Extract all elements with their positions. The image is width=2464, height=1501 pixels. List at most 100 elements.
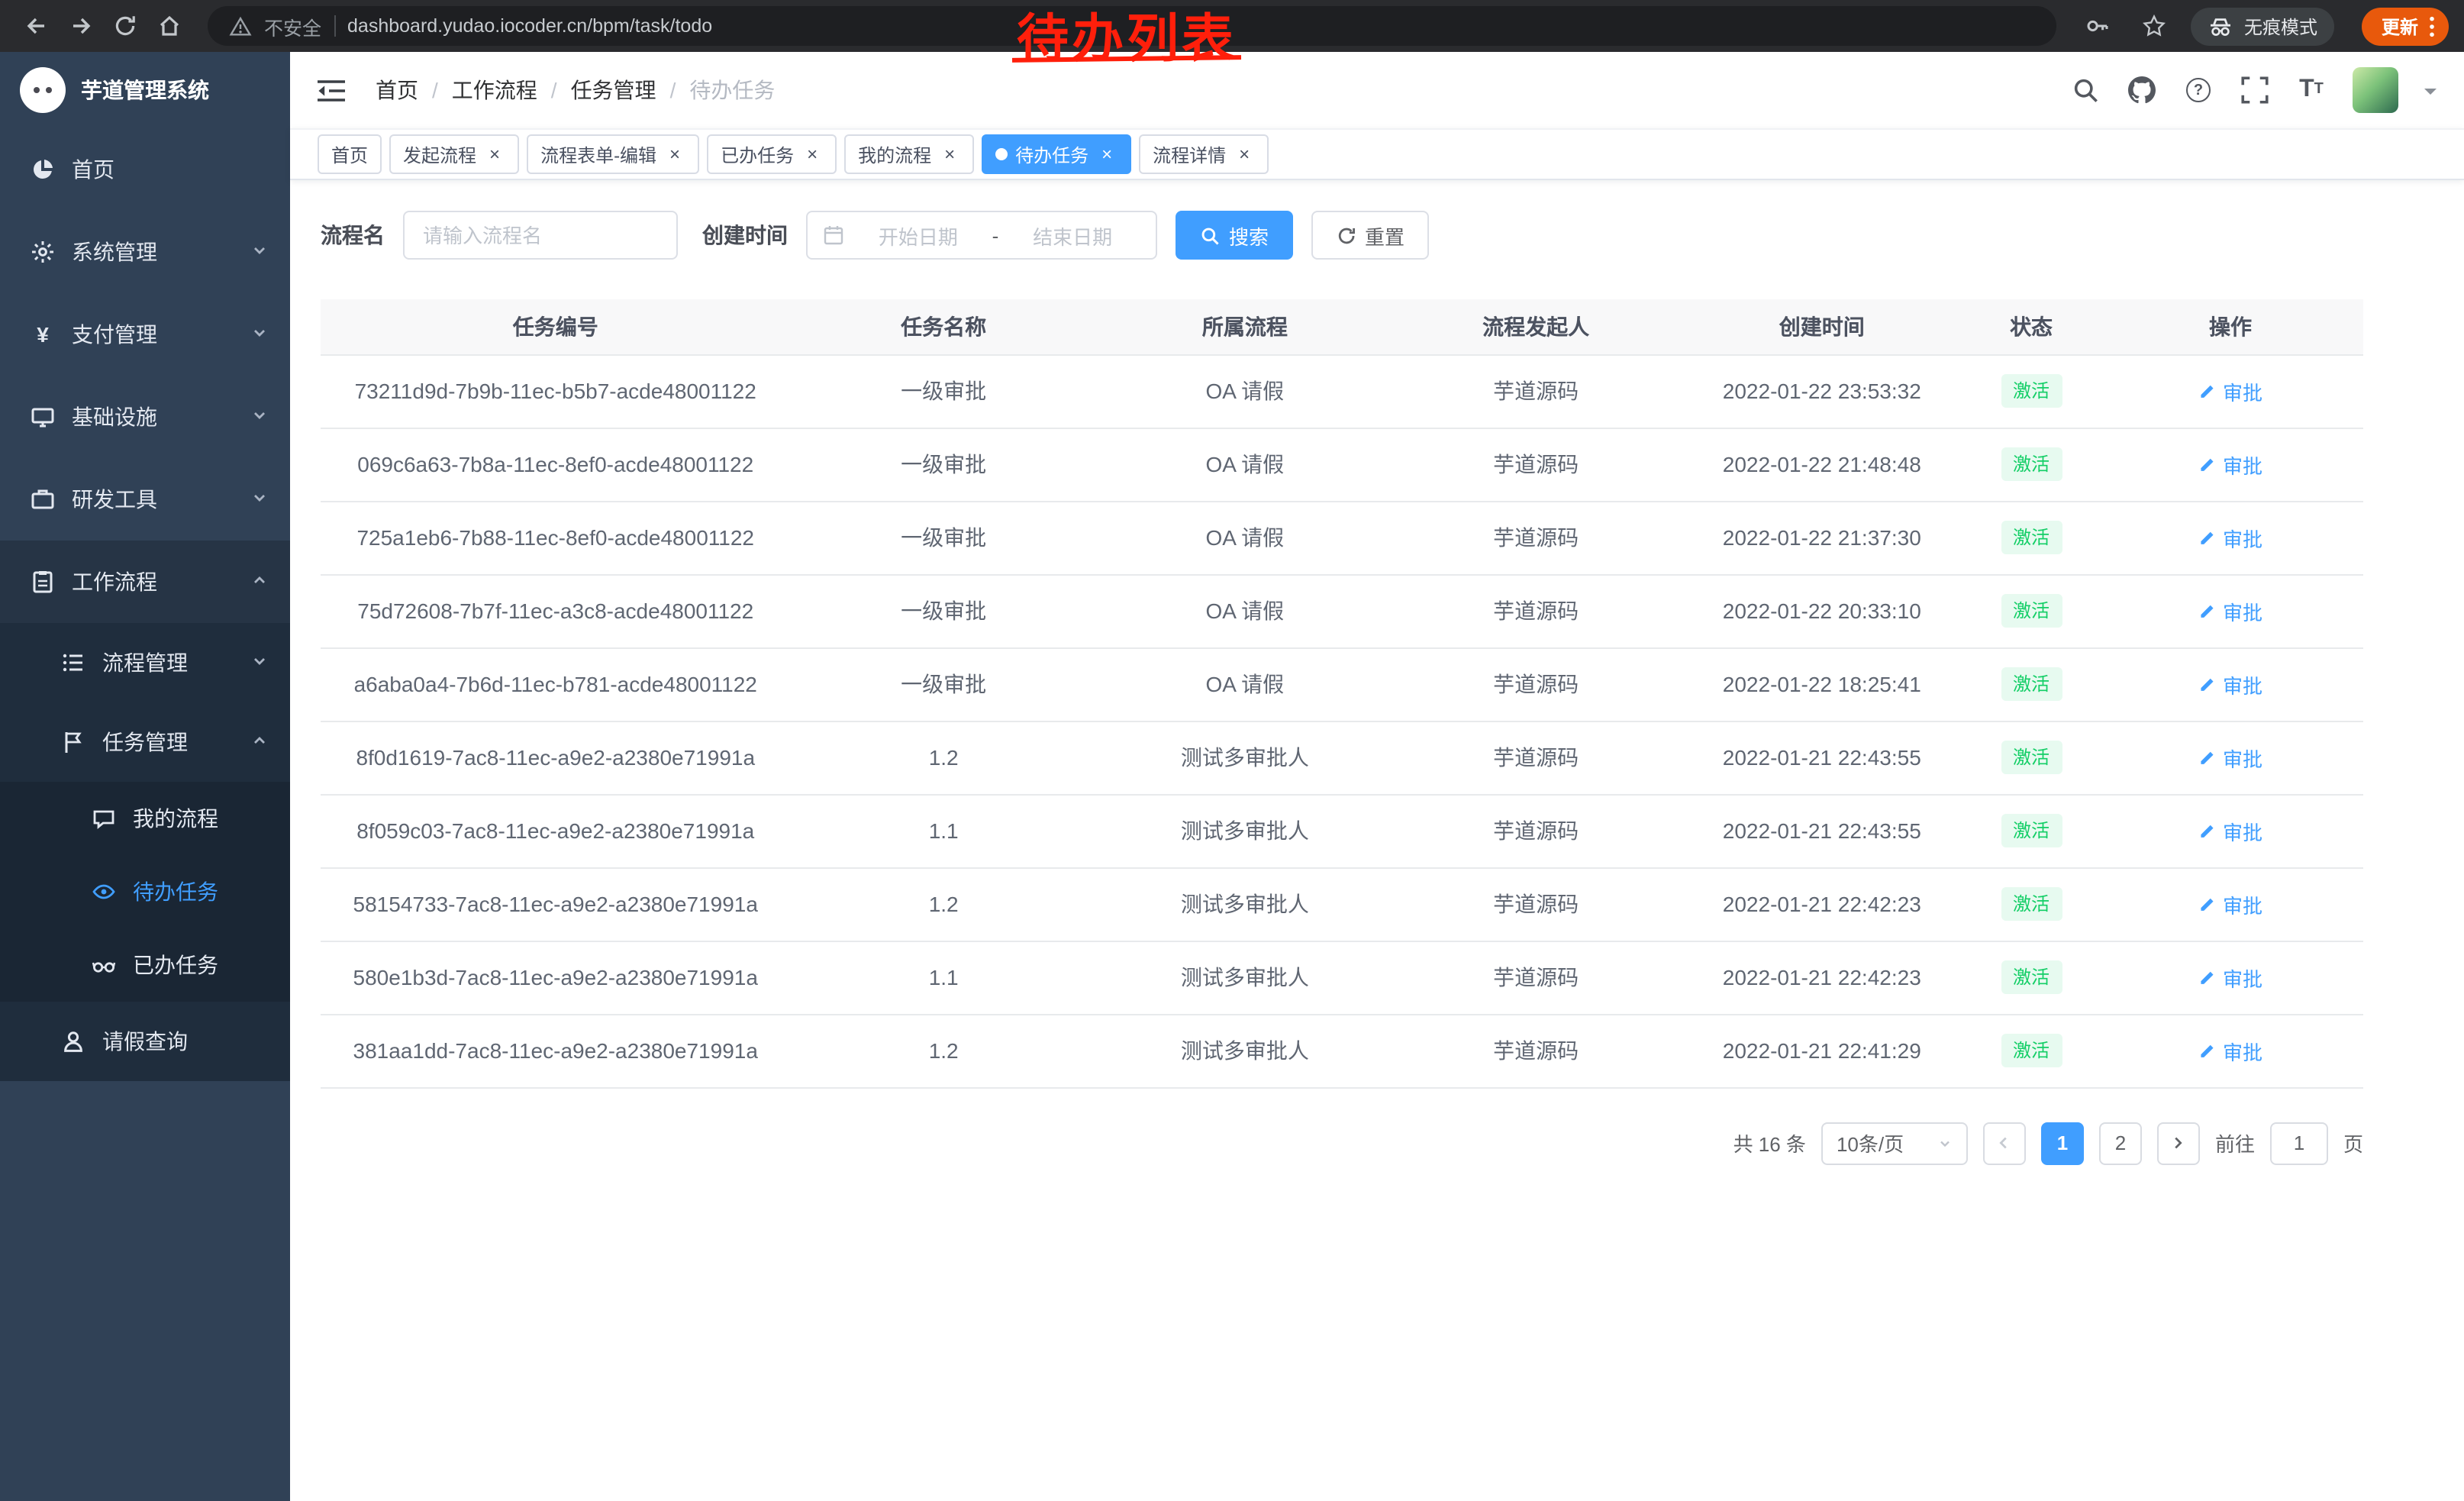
start-date-placeholder[interactable]: 开始日期 bbox=[850, 221, 986, 250]
breadcrumb-separator bbox=[670, 78, 676, 102]
sidebar-item-pay[interactable]: ¥ 支付管理 bbox=[0, 293, 290, 376]
sidebar-item-task-mgmt[interactable]: 任务管理 bbox=[0, 702, 290, 782]
approve-link[interactable]: 审批 bbox=[2198, 743, 2262, 772]
next-page-button[interactable] bbox=[2157, 1122, 2200, 1164]
prev-page-button[interactable] bbox=[1983, 1122, 2026, 1164]
cell-task-id: a6aba0a4-7b6d-11ec-b781-acde48001122 bbox=[321, 647, 790, 721]
search-icon[interactable] bbox=[2070, 75, 2101, 105]
browser-actions: 无痕模式 更新 bbox=[2078, 5, 2449, 47]
cell-action: 审批 bbox=[2098, 941, 2363, 1014]
incognito-label: 无痕模式 bbox=[2244, 13, 2317, 39]
tab-done-tasks[interactable]: 已办任务 bbox=[707, 134, 837, 174]
table-row: 8f0d1619-7ac8-11ec-a9e2-a2380e71991a 1.2… bbox=[321, 721, 2363, 794]
tab-start-process[interactable]: 发起流程 bbox=[389, 134, 519, 174]
sidebar-item-leave[interactable]: 请假查询 bbox=[0, 1002, 290, 1081]
approve-link[interactable]: 审批 bbox=[2198, 450, 2262, 479]
approve-link[interactable]: 审批 bbox=[2198, 963, 2262, 992]
sidebar-item-home[interactable]: 首页 bbox=[0, 128, 290, 211]
breadcrumb-item[interactable]: 任务管理 bbox=[571, 75, 656, 105]
cell-create-time: 2022-01-22 21:48:48 bbox=[1679, 428, 1965, 501]
security-warning-icon[interactable] bbox=[229, 15, 252, 37]
sidebar-item-infra[interactable]: 基础设施 bbox=[0, 376, 290, 458]
cell-process: 测试多审批人 bbox=[1097, 941, 1393, 1014]
edit-icon bbox=[2198, 822, 2217, 840]
approve-link[interactable]: 审批 bbox=[2198, 816, 2262, 845]
goto-page-input[interactable] bbox=[2270, 1122, 2328, 1164]
table-row: 069c6a63-7b8a-11ec-8ef0-acde48001122 一级审… bbox=[321, 428, 2363, 501]
password-key-icon[interactable] bbox=[2078, 5, 2119, 47]
sidebar-item-todo[interactable]: 待办任务 bbox=[0, 855, 290, 928]
col-action: 操作 bbox=[2098, 299, 2363, 354]
fullscreen-icon[interactable] bbox=[2240, 75, 2270, 105]
edit-icon bbox=[2198, 1041, 2217, 1060]
search-button[interactable]: 搜索 bbox=[1176, 211, 1293, 260]
approve-link[interactable]: 审批 bbox=[2198, 1036, 2262, 1065]
eye-icon bbox=[92, 880, 116, 904]
table-row: a6aba0a4-7b6d-11ec-b781-acde48001122 一级审… bbox=[321, 647, 2363, 721]
cell-initiator: 芋道源码 bbox=[1393, 354, 1679, 428]
edit-icon bbox=[2198, 748, 2217, 767]
help-icon[interactable] bbox=[2183, 75, 2214, 105]
sidebar-fold-icon[interactable] bbox=[318, 79, 345, 102]
home-icon[interactable] bbox=[148, 5, 189, 47]
approve-link[interactable]: 审批 bbox=[2198, 596, 2262, 625]
table-header-row: 任务编号 任务名称 所属流程 流程发起人 创建时间 状态 操作 bbox=[321, 299, 2363, 354]
date-range-picker[interactable]: 开始日期 - 结束日期 bbox=[806, 211, 1157, 260]
approve-link[interactable]: 审批 bbox=[2198, 523, 2262, 552]
tab-form-edit[interactable]: 流程表单-编辑 bbox=[527, 134, 699, 174]
breadcrumb-item[interactable]: 首页 bbox=[376, 75, 418, 105]
cell-process: 测试多审批人 bbox=[1097, 1014, 1393, 1087]
breadcrumb-item[interactable]: 工作流程 bbox=[452, 75, 537, 105]
back-icon[interactable] bbox=[15, 5, 56, 47]
tab-todo-tasks[interactable]: 待办任务 bbox=[982, 134, 1131, 174]
sidebar-item-label: 研发工具 bbox=[72, 484, 157, 515]
cell-task-id: 75d72608-7b7f-11ec-a3c8-acde48001122 bbox=[321, 574, 790, 647]
table-row: 75d72608-7b7f-11ec-a3c8-acde48001122 一级审… bbox=[321, 574, 2363, 647]
approve-link[interactable]: 审批 bbox=[2198, 376, 2262, 405]
forward-icon[interactable] bbox=[60, 5, 101, 47]
avatar-caret-icon[interactable] bbox=[2424, 89, 2437, 101]
avatar[interactable] bbox=[2353, 67, 2398, 113]
tab-process-detail[interactable]: 流程详情 bbox=[1139, 134, 1269, 174]
page-size-select[interactable]: 10条/页 bbox=[1821, 1122, 1968, 1164]
sidebar-item-my-process[interactable]: 我的流程 bbox=[0, 782, 290, 855]
sidebar-item-workflow[interactable]: 工作流程 bbox=[0, 541, 290, 623]
end-date-placeholder[interactable]: 结束日期 bbox=[1005, 221, 1140, 250]
sidebar-item-label: 基础设施 bbox=[72, 402, 157, 432]
sidebar-item-system[interactable]: 系统管理 bbox=[0, 211, 290, 293]
font-size-icon[interactable] bbox=[2296, 75, 2327, 105]
user-icon bbox=[61, 1029, 85, 1054]
page-button-1[interactable]: 1 bbox=[2041, 1122, 2084, 1164]
cell-task-name: 一级审批 bbox=[790, 647, 1096, 721]
github-icon[interactable] bbox=[2127, 75, 2157, 105]
sidebar-item-done[interactable]: 已办任务 bbox=[0, 928, 290, 1002]
tab-label: 待办任务 bbox=[1015, 141, 1088, 167]
chevron-down-icon bbox=[250, 405, 269, 429]
sidebar-item-label: 已办任务 bbox=[133, 950, 218, 980]
bookmark-star-icon[interactable] bbox=[2134, 5, 2175, 47]
tab-home[interactable]: 首页 bbox=[318, 134, 382, 174]
tab-my-process[interactable]: 我的流程 bbox=[844, 134, 974, 174]
chevron-down-icon bbox=[250, 240, 269, 264]
close-icon[interactable] bbox=[484, 144, 505, 165]
close-icon[interactable] bbox=[664, 144, 685, 165]
briefcase-icon bbox=[31, 487, 55, 512]
close-icon[interactable] bbox=[801, 144, 823, 165]
sidebar-item-process-mgmt[interactable]: 流程管理 bbox=[0, 623, 290, 702]
url-text: dashboard.yudao.iocoder.cn/bpm/task/todo bbox=[347, 15, 712, 37]
app-logo[interactable]: 芋道管理系统 bbox=[0, 52, 290, 128]
reload-icon[interactable] bbox=[104, 5, 145, 47]
process-name-input[interactable] bbox=[403, 211, 678, 260]
update-button[interactable]: 更新 bbox=[2362, 7, 2449, 45]
approve-link[interactable]: 审批 bbox=[2198, 889, 2262, 918]
page-button-2[interactable]: 2 bbox=[2099, 1122, 2142, 1164]
approve-link[interactable]: 审批 bbox=[2198, 670, 2262, 699]
close-icon[interactable] bbox=[939, 144, 960, 165]
sidebar-item-dev[interactable]: 研发工具 bbox=[0, 458, 290, 541]
reset-button[interactable]: 重置 bbox=[1311, 211, 1429, 260]
close-icon[interactable] bbox=[1234, 144, 1255, 165]
close-icon[interactable] bbox=[1096, 144, 1118, 165]
cell-action: 审批 bbox=[2098, 428, 2363, 501]
menu-dots-icon[interactable] bbox=[2429, 15, 2435, 37]
cell-create-time: 2022-01-22 23:53:32 bbox=[1679, 354, 1965, 428]
